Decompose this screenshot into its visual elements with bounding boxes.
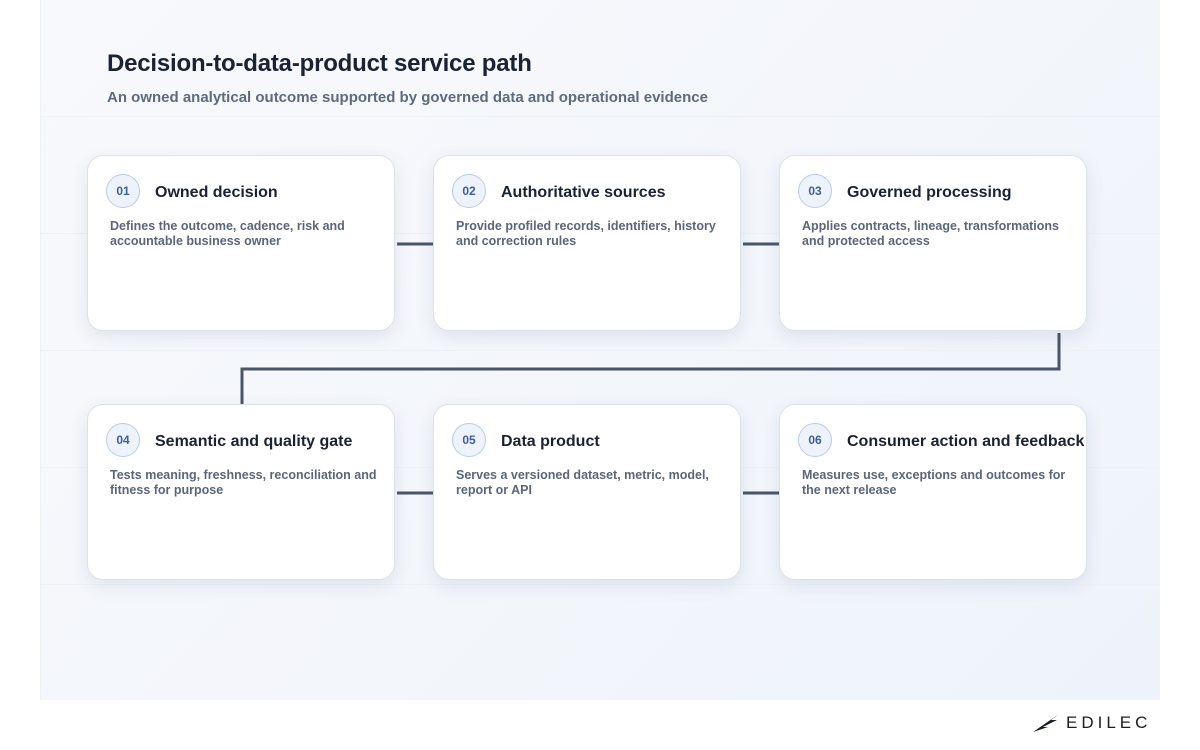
step-title: Consumer action and feedback: [847, 433, 1085, 450]
step-description: Tests meaning, freshness, reconciliation…: [110, 468, 377, 497]
step-title: Data product: [501, 433, 600, 450]
step-number-badge: 03: [798, 174, 832, 208]
step-card-06: 06 Consumer action and feedback Measures…: [779, 404, 1087, 580]
step-card-03: 03 Governed processing Applies contracts…: [779, 155, 1087, 331]
brand-logo: EDILEC: [1032, 711, 1151, 735]
connector-03-04: [240, 333, 1061, 405]
wing-logo-icon: [1033, 714, 1059, 732]
step-number-badge: 05: [452, 423, 486, 457]
step-number-badge: 04: [106, 423, 140, 457]
step-card-04: 04 Semantic and quality gate Tests meani…: [87, 404, 395, 580]
step-title: Owned decision: [155, 184, 278, 201]
step-description: Applies contracts, lineage, transformati…: [802, 219, 1060, 248]
step-title: Authoritative sources: [501, 184, 666, 201]
step-number-badge: 01: [106, 174, 140, 208]
step-card-02: 02 Authoritative sources Provide profile…: [433, 155, 741, 331]
step-card-01: 01 Owned decision Defines the outcome, c…: [87, 155, 395, 331]
step-description: Defines the outcome, cadence, risk and a…: [110, 219, 345, 248]
connector-lines: [240, 242, 1061, 495]
step-description: Serves a versioned dataset, metric, mode…: [456, 468, 709, 497]
step-description: Provide profiled records, identifiers, h…: [456, 219, 716, 248]
step-card-05: 05 Data product Serves a versioned datas…: [433, 404, 741, 580]
step-number-badge: 02: [452, 174, 486, 208]
step-title: Semantic and quality gate: [155, 433, 353, 450]
brand-name: EDILEC: [1066, 713, 1152, 732]
step-description: Measures use, exceptions and outcomes fo…: [802, 468, 1066, 497]
step-number-badge: 06: [798, 423, 832, 457]
step-title: Governed processing: [847, 184, 1012, 201]
